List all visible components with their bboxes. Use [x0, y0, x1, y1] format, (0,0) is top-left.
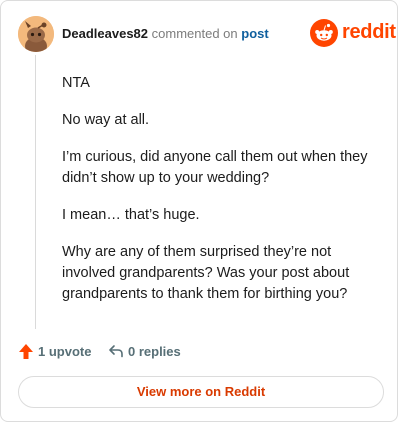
reddit-wordmark: reddit [342, 21, 396, 43]
upvote-arrow-icon [19, 344, 33, 359]
commented-on-text: commented on [151, 26, 238, 41]
thread-line [35, 55, 36, 329]
comment-paragraph: I’m curious, did anyone call them out wh… [62, 149, 368, 186]
comment-header: Deadleaves82 commented on post reddit [18, 16, 396, 52]
comment-body: NTA No way at all. I’m curious, did anyo… [62, 73, 380, 321]
comment-meta: Deadleaves82 commented on post [62, 26, 269, 41]
reddit-brand[interactable]: reddit [310, 19, 396, 47]
comment-paragraph: Why are any of them surprised they’re no… [62, 244, 350, 302]
reply-count: 0 replies [128, 344, 181, 359]
view-more-button[interactable]: View more on Reddit [18, 376, 384, 408]
reddit-logo-icon [310, 19, 338, 47]
post-link[interactable]: post [241, 26, 268, 41]
comment-embed-card: Deadleaves82 commented on post reddit NT… [0, 0, 398, 422]
comment-paragraph: I mean… that’s huge. [62, 207, 200, 223]
avatar-icon[interactable] [18, 16, 54, 52]
upvote-count: 1 upvote [38, 344, 92, 359]
comment-paragraph: No way at all. [62, 112, 150, 128]
comment-actions: 1 upvote 0 replies [18, 342, 384, 362]
comment-paragraph: NTA [62, 75, 90, 91]
username-link[interactable]: Deadleaves82 [62, 26, 148, 41]
reply-arrow-icon [109, 345, 123, 358]
